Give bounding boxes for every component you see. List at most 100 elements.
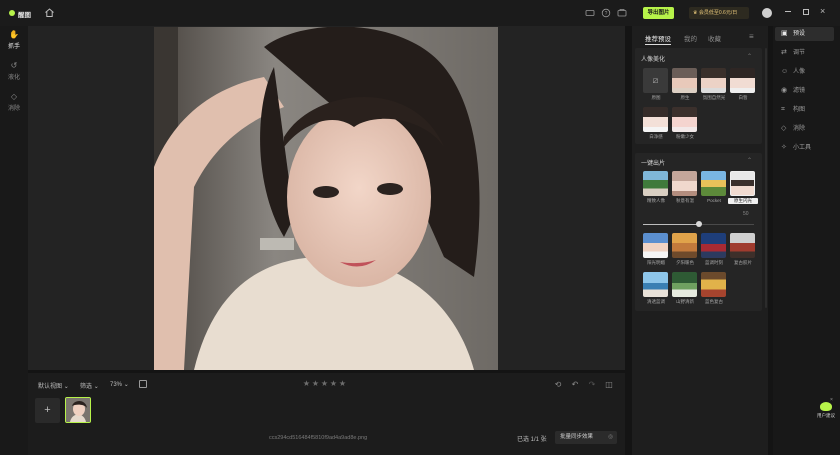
preset-thumb[interactable]	[701, 68, 726, 93]
star-icon[interactable]: ★	[311, 379, 320, 388]
preset-thumb[interactable]	[701, 233, 726, 258]
preset-thumb[interactable]	[643, 272, 668, 297]
preset-label: 山野清新	[676, 299, 694, 304]
star-icon[interactable]: ★	[329, 379, 338, 388]
nav-filter[interactable]: ◉ 滤镜	[775, 84, 834, 98]
hand-icon: ✋	[9, 30, 19, 39]
nav-label: 构图	[793, 107, 806, 113]
preset-original[interactable]: ⧄	[643, 68, 668, 93]
filter-dropdown[interactable]: 筛选 ⌄	[80, 381, 99, 390]
section-one-click: 一键出片 ⌃ 精致人像 秋意有温 Pocket 原生闪光 50 阳光明媚 夕阳暖…	[635, 153, 762, 311]
preset-label: 蓝色复古	[705, 299, 723, 304]
intensity-slider-handle[interactable]	[695, 221, 702, 227]
liquify-icon: ↺	[10, 61, 18, 70]
vip-crown-icon: ♛	[693, 10, 698, 16]
feedback-label: 用户建议	[817, 413, 835, 418]
vip-button[interactable]: ♛ 会员低至0.6元/日	[689, 7, 749, 19]
home-icon[interactable]	[44, 7, 55, 18]
undo-icon[interactable]: ↶	[570, 380, 580, 390]
batch-sync-label: 批量同步效果	[560, 434, 594, 440]
erase-icon: ◇	[781, 125, 787, 132]
tab-mine[interactable]: 我的	[684, 33, 697, 43]
tool-liquify[interactable]: ↺ 液化	[0, 60, 28, 81]
export-button[interactable]: 导出图片	[643, 7, 674, 19]
preset-thumb[interactable]	[672, 171, 697, 196]
folder-icon[interactable]	[617, 8, 627, 18]
collapse-icon[interactable]: ⌃	[747, 53, 752, 60]
nav-tools[interactable]: ✧ 小工具	[775, 141, 834, 155]
tab-recommended[interactable]: 推荐预设	[645, 33, 671, 43]
tool-hand[interactable]: ✋ 抓手	[0, 29, 28, 50]
preset-label: 原生	[680, 95, 690, 100]
preset-label: 原生闪光	[728, 198, 758, 204]
intensity-slider-fill	[643, 224, 699, 225]
preset-icon: ▣	[781, 30, 788, 37]
preset-thumb[interactable]	[672, 68, 697, 93]
avatar[interactable]	[762, 8, 772, 18]
add-image-button[interactable]: +	[35, 398, 60, 423]
preset-thumb[interactable]	[643, 233, 668, 258]
vip-label: 会员低至0.6元/日	[698, 10, 738, 16]
portrait-icon: ☺	[781, 68, 789, 75]
minimize-icon[interactable]	[785, 11, 791, 12]
keyboard-icon[interactable]	[585, 8, 595, 18]
tools-icon: ✧	[781, 144, 787, 151]
preset-label: 阳光明媚	[647, 260, 665, 265]
help-icon[interactable]: ?	[601, 8, 611, 18]
history-icon[interactable]: ⟲	[553, 380, 563, 390]
redo-icon[interactable]: ↷	[587, 380, 597, 390]
preset-label: 粉嫩少女	[676, 134, 694, 139]
maximize-icon[interactable]	[803, 9, 809, 15]
nav-portrait[interactable]: ☺ 人像	[775, 65, 834, 79]
plus-icon: +	[44, 404, 51, 416]
rating-stars[interactable]: ★ ★ ★ ★ ★	[302, 379, 352, 389]
original-icon: ⧄	[652, 75, 659, 85]
compare-icon[interactable]: ◫	[604, 380, 614, 390]
nav-adjust[interactable]: ⇄ 调节	[775, 46, 834, 60]
preset-thumb[interactable]	[730, 233, 755, 258]
collapse-icon[interactable]: ⌃	[747, 157, 752, 164]
tool-eraser-label: 消除	[7, 106, 20, 112]
bottom-bar: 默认视图 ⌄ 筛选 ⌄ 73% ⌄ ★ ★ ★ ★ ★ ⟲ ↶ ↷ ◫ + ccs294…	[28, 373, 625, 455]
preset-label: 夕阳暖色	[676, 260, 694, 265]
panel-scrollbar[interactable]	[765, 48, 767, 308]
star-icon[interactable]: ★	[302, 379, 311, 388]
tool-hand-label: 抓手	[7, 44, 20, 50]
tool-eraser[interactable]: ◇ 消除	[0, 91, 28, 112]
preset-thumb-selected[interactable]	[730, 171, 755, 196]
crop-icon: ⌗	[781, 106, 785, 113]
chevron-down-icon: ⌄	[123, 382, 129, 388]
close-icon[interactable]: ×	[820, 6, 825, 16]
star-icon[interactable]: ★	[338, 379, 347, 388]
nav-erase[interactable]: ◇ 消除	[775, 122, 834, 136]
feedback-widget[interactable]: × 用户建议	[813, 397, 839, 424]
preset-label: Pocket	[707, 198, 721, 203]
preset-thumb[interactable]	[672, 233, 697, 258]
batch-sync-button[interactable]: 批量同步效果 ◎	[555, 431, 617, 444]
preset-thumb[interactable]	[672, 272, 697, 297]
preset-thumb[interactable]	[701, 171, 726, 196]
zoom-dropdown[interactable]: 73% ⌄	[110, 381, 129, 388]
nav-crop[interactable]: ⌗ 构图	[775, 103, 834, 117]
star-icon[interactable]: ★	[320, 379, 329, 388]
nav-preset[interactable]: ▣ 预设	[775, 27, 834, 41]
filmstrip-thumbnail[interactable]	[65, 397, 91, 423]
view-dropdown[interactable]: 默认视图 ⌄	[38, 381, 69, 390]
eraser-icon: ◇	[10, 92, 18, 101]
preset-thumb[interactable]	[672, 107, 697, 132]
tab-favorites[interactable]: 收藏	[708, 33, 721, 43]
view-label: 默认视图	[38, 384, 63, 390]
preset-thumb[interactable]	[643, 107, 668, 132]
portrait-photo[interactable]	[154, 27, 498, 370]
intensity-value: 50	[743, 211, 749, 217]
nav-label: 人像	[793, 69, 806, 75]
preset-thumb[interactable]	[643, 171, 668, 196]
sync-settings-icon[interactable]: ◎	[608, 431, 613, 444]
section-title: 一键出片	[641, 161, 666, 167]
preset-thumb[interactable]	[730, 68, 755, 93]
nav-label: 小工具	[793, 145, 812, 151]
fit-screen-icon[interactable]	[139, 380, 147, 388]
sort-icon[interactable]: ≡	[749, 32, 754, 41]
preset-thumb[interactable]	[701, 272, 726, 297]
feedback-close-icon[interactable]: ×	[830, 397, 833, 403]
